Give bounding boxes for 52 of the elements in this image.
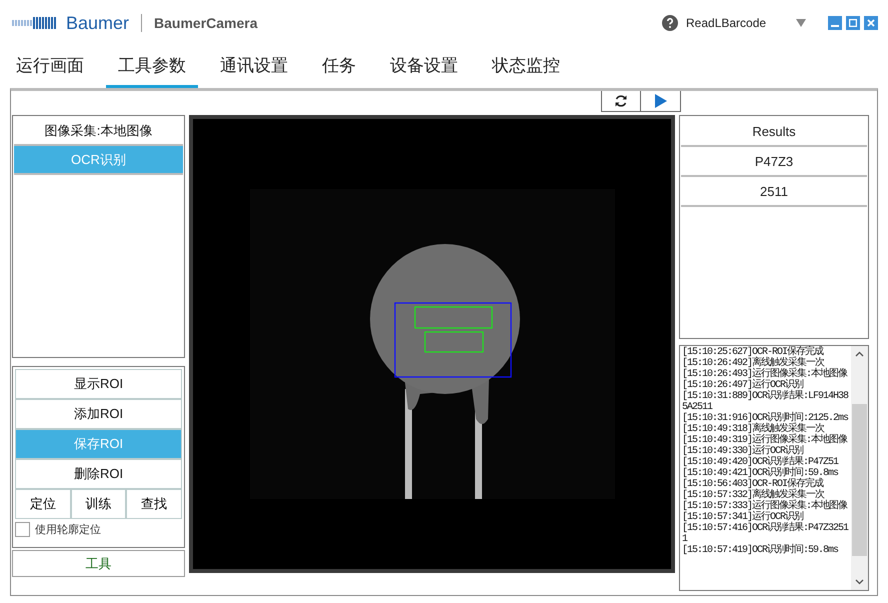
log-line: [15:10:49:330]运行OCR识别 [682,446,804,457]
close-icon [867,19,875,27]
play-icon [654,94,666,108]
log-line: [15:10:31:889]OCR识别结果:LF914H385A2511 [682,391,850,413]
scroll-down-icon[interactable] [855,579,864,585]
tab[interactable]: 运行画面 [4,46,96,88]
action-button[interactable]: 查找 [126,489,182,519]
minimize-button[interactable] [828,16,842,30]
result-cell: 2511 [681,177,867,207]
log-line: [15:10:26:497]运行OCR识别 [682,380,804,391]
log-line: [15:10:31:916]OCR识别时间:2125.2ms [682,413,850,424]
maximize-icon [849,19,857,27]
checkbox[interactable] [15,522,30,537]
log-line: [15:10:26:492]离线触发采集一次 [682,358,824,369]
log-line: [15:10:49:421]OCR识别时间:59.8ms [682,468,840,479]
roi-button[interactable]: 显示ROI [15,369,182,399]
dropdown-arrow-icon[interactable] [796,19,806,27]
tab[interactable]: 任务 [310,46,368,88]
action-button[interactable]: 定位 [15,489,71,519]
log-line: [15:10:26:493]运行图像采集:本地图像 [682,369,848,380]
brand-name: Baumer [66,12,130,34]
roi-button[interactable]: 删除ROI [15,459,182,489]
tab[interactable]: 工具参数 [106,46,198,88]
maximize-button[interactable] [846,16,860,30]
log-line: [15:10:49:319]运行图像采集:本地图像 [682,435,848,446]
results-header: Results [681,117,867,147]
tab[interactable]: 设备设置 [378,46,470,88]
close-button[interactable] [864,16,878,30]
tool-button[interactable]: 工具 [12,550,185,577]
logo-icon [12,17,58,29]
roi-button[interactable]: 添加ROI [15,399,182,429]
help-icon[interactable] [662,15,678,31]
refresh-icon [614,94,628,108]
log-line: [15:10:56:403]OCR-ROI保存完成 [682,479,824,490]
log-line: [15:10:57:333]运行图像采集:本地图像 [682,501,848,512]
tab[interactable]: 通讯设置 [208,46,300,88]
log-line: [15:10:49:420]OCR识别结果:P47Z51 [682,457,840,468]
run-button[interactable] [641,91,681,112]
refresh-button[interactable] [601,91,641,112]
log-line: [15:10:49:318]离线触发采集一次 [682,424,824,435]
scrollbar[interactable] [851,346,868,590]
tab[interactable]: 状态监控 [480,46,572,88]
log-line: [15:10:57:419]OCR识别时间:59.8ms [682,545,840,556]
log-line: [15:10:57:416]OCR识别结果:P47Z32511 [682,523,850,545]
checkbox-label: 使用轮廓定位 [35,522,101,537]
action-button[interactable]: 训练 [70,489,126,519]
log-line: [15:10:57:332]离线触发采集一次 [682,490,824,501]
scroll-up-icon[interactable] [855,351,864,357]
job-name: ReadLBarcode [686,16,768,30]
log-line: [15:10:57:341]运行OCR识别 [682,512,804,523]
result-cell: P47Z3 [681,147,867,177]
app-name: BaumerCamera [154,15,258,31]
